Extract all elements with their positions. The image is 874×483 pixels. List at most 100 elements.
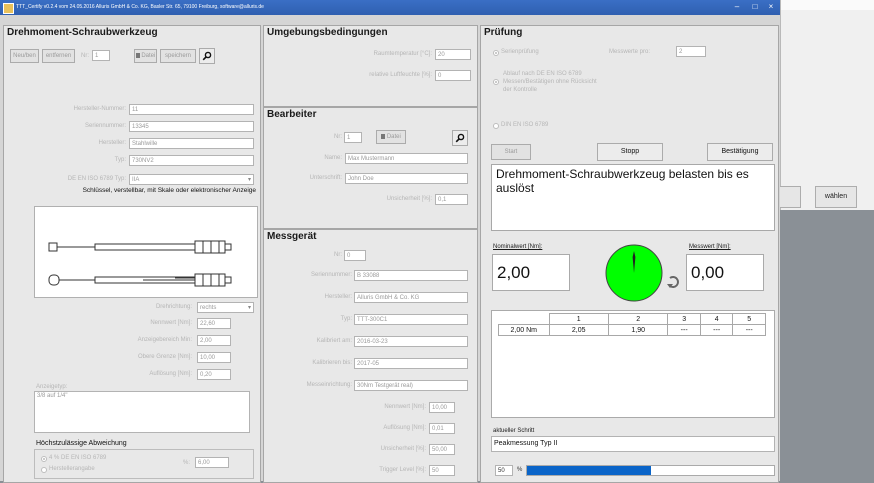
tolerance-manufacturer-radio[interactable] [41, 467, 47, 473]
operator-nr-field[interactable]: 1 [344, 132, 362, 143]
choose-button[interactable]: wählen [815, 186, 857, 208]
tolerance-iso-radio[interactable] [41, 456, 47, 462]
device-manufacturer-field[interactable]: Alluris GmbH & Co. KG [354, 292, 468, 303]
manual-mode-label: DIN EN ISO 6789 [501, 122, 549, 128]
device-calibrated-field[interactable]: 2016-03-23 [354, 336, 468, 347]
device-nominal-field[interactable]: 10,00 [429, 402, 455, 413]
device-panel: Messgerät Nr: 0 Seriennummer: B 33088 He… [263, 229, 478, 483]
tool-file-button[interactable]: Datei [134, 49, 157, 63]
manufacturer-field[interactable]: Stahlwille [129, 138, 254, 149]
count-field[interactable]: 2 [676, 46, 706, 57]
stop-button[interactable]: Stopp [597, 143, 663, 161]
file-icon [381, 133, 386, 139]
results-col-header: 4 [699, 313, 734, 325]
param-nominal-field[interactable]: 22,60 [197, 318, 231, 329]
app-icon [3, 3, 14, 14]
start-button[interactable]: Start [491, 144, 531, 160]
delete-tool-button[interactable]: entfernen [42, 49, 75, 63]
param-min-field[interactable]: 2,00 [197, 335, 231, 346]
title-bar: TTT_Certify v0.2.4 vom 24.05.2016 Alluri… [0, 0, 780, 15]
operator-file-button[interactable]: Datei [376, 130, 406, 144]
operator-nr-label: Nr: [334, 134, 342, 140]
progress-bar [526, 465, 775, 476]
results-table: 1 2 3 4 5 2,00 Nm 2,05 1,90 --- --- --- [498, 313, 766, 336]
search-icon [202, 51, 212, 61]
class-select[interactable]: IIA ▾ [129, 174, 254, 185]
operator-search-button[interactable] [452, 130, 468, 146]
device-resolution-label: Auflösung [Nm]: [383, 425, 426, 431]
measured-display: 0,00 [686, 254, 764, 291]
results-cell[interactable]: --- [699, 324, 734, 336]
tolerance-value-field[interactable]: 6,00 [195, 457, 229, 468]
results-cell[interactable]: --- [732, 324, 766, 336]
notes-label: Anzeigetyp: [36, 384, 68, 390]
results-col-header: 1 [548, 313, 609, 325]
temperature-label: Raumtemperatur [°C]: [373, 51, 432, 57]
background-window: wählen [779, 0, 874, 210]
background-left-button[interactable] [779, 186, 801, 208]
auto-mode-text-1: Ablauf nach DE EN ISO 6789 [503, 71, 582, 77]
manufacturer-number-label: Hersteller-Nummer: [73, 106, 126, 112]
operator-name-field[interactable]: Max Mustermann [345, 153, 468, 164]
notes-field[interactable]: 3/8 auf 1/4" [34, 391, 250, 433]
type-field[interactable]: 730NV2 [129, 155, 254, 166]
operator-uncertainty-field[interactable]: 0,1 [435, 194, 468, 205]
nominal-display: 2,00 [492, 254, 570, 291]
operator-signature-field[interactable]: John Doe [345, 173, 468, 184]
manual-mode-radio[interactable] [493, 123, 499, 129]
manufacturer-number-field[interactable]: 11 [129, 104, 254, 115]
test-title: Prüfung [484, 27, 523, 38]
new-tool-button[interactable]: Neu/ben [10, 49, 39, 63]
tool-file-label: Datei [141, 53, 156, 59]
tool-search-button[interactable] [199, 48, 215, 64]
device-calibrate-until-label: Kalibrieren bis: [312, 360, 352, 366]
minimize-icon[interactable]: – [730, 2, 744, 12]
device-setup-field[interactable]: 30Nm Testgerät real) [354, 380, 468, 391]
environment-panel: Umgebungsbedingungen Raumtemperatur [°C]… [263, 25, 478, 107]
temperature-field[interactable]: 20 [435, 49, 471, 60]
operator-uncertainty-label: Unsicherheit [%]: [386, 196, 432, 202]
save-tool-button[interactable]: speichern [160, 49, 196, 63]
gauge-dial-icon [605, 244, 663, 302]
param-upper-field[interactable]: 10,00 [197, 352, 231, 363]
tool-nr-label: Nr: [81, 53, 89, 59]
progress-fill [527, 466, 651, 475]
operator-file-label: Datei [386, 134, 401, 140]
device-uncertainty-label: Unsicherheit [%]: [380, 446, 426, 452]
maximize-icon[interactable]: □ [748, 2, 762, 12]
device-nr-field[interactable]: 0 [344, 250, 366, 261]
device-type-field[interactable]: TTT-300C1 [354, 314, 468, 325]
param-resolution-field[interactable]: 0,20 [197, 369, 231, 380]
confirm-button[interactable]: Bestätigung [707, 143, 773, 161]
type-label: Typ: [114, 157, 126, 163]
results-table-area: 1 2 3 4 5 2,00 Nm 2,05 1,90 --- --- --- [491, 310, 775, 418]
device-nr-label: Nr: [334, 252, 342, 258]
param-nominal-label: Nennwert [Nm]: [150, 320, 192, 326]
device-serial-field[interactable]: B 33088 [354, 270, 468, 281]
tool-panel: Drehmoment-Schraubwerkzeug Neu/ben entfe… [3, 25, 261, 483]
device-title: Messgerät [267, 231, 317, 242]
rotation-arrow-icon [667, 276, 679, 288]
direction-select-value: rechts [200, 305, 217, 311]
serial-test-radio[interactable] [493, 50, 499, 56]
direction-select[interactable]: rechts ▾ [197, 302, 254, 313]
humidity-field[interactable]: 0 [435, 70, 471, 81]
results-cell[interactable]: --- [667, 324, 701, 336]
results-cell[interactable]: 1,90 [607, 324, 669, 336]
device-calibrate-until-field[interactable]: 2017-05 [354, 358, 468, 369]
environment-title: Umgebungsbedingungen [267, 27, 388, 38]
class-label: DE EN ISO 6789 Typ: [67, 176, 126, 182]
operator-signature-label: Unterschrift: [309, 175, 342, 181]
results-cell[interactable]: 2,05 [548, 324, 609, 336]
device-trigger-field[interactable]: 50 [429, 465, 455, 476]
device-resolution-field[interactable]: 0,01 [429, 423, 455, 434]
device-uncertainty-field[interactable]: 50,00 [429, 444, 455, 455]
direction-label: Drehrichtung: [155, 304, 192, 310]
device-type-label: Typ: [340, 316, 352, 322]
tolerance-iso-label: 4 % DE EN ISO 6789 [49, 455, 107, 461]
auto-mode-radio[interactable] [493, 79, 499, 85]
serial-number-field[interactable]: 13345 [129, 121, 254, 132]
close-icon[interactable]: × [764, 2, 778, 12]
tool-nr-field[interactable]: 1 [92, 50, 110, 61]
auto-mode-text-2: Messen/Bestätigen ohne Rücksicht [503, 79, 597, 85]
